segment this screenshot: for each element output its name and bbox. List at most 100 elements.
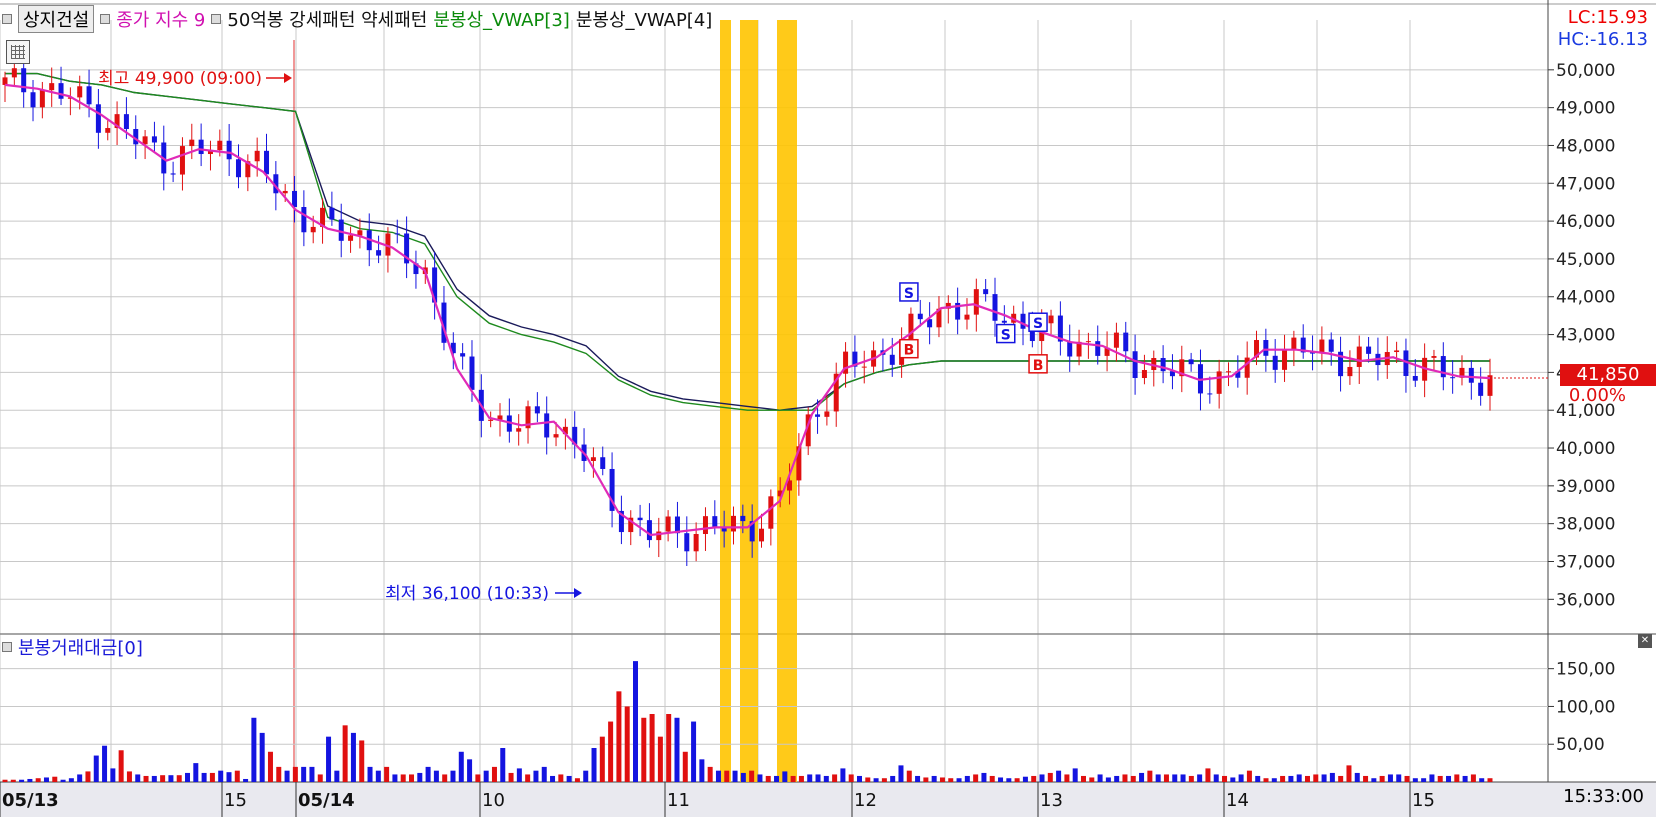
- volume-bar: [1313, 774, 1319, 782]
- volume-bar: [1387, 774, 1393, 782]
- volume-bar: [533, 770, 539, 782]
- volume-bar: [2, 779, 8, 782]
- candle-body: [1207, 393, 1213, 395]
- volume-bar: [151, 775, 157, 782]
- sell-signal-label: S: [1033, 316, 1043, 332]
- y-tick-label: 46,000: [1556, 212, 1615, 232]
- volume-bar: [1354, 772, 1360, 782]
- header-toggle-icon[interactable]: [2, 14, 12, 24]
- volume-bar: [1412, 778, 1418, 782]
- volume-bar: [176, 775, 182, 782]
- ma-toggle-icon[interactable]: [100, 14, 111, 24]
- candle-body: [460, 353, 466, 357]
- candle-body: [1431, 356, 1437, 358]
- volume-bar: [126, 771, 132, 782]
- low-annotation: 최저 36,100 (10:33): [385, 584, 549, 604]
- candle-body: [889, 354, 895, 365]
- volume-bar: [1205, 768, 1211, 782]
- candle-body: [1001, 320, 1007, 323]
- candle-body: [992, 294, 998, 321]
- y-tick-label: 39,000: [1556, 477, 1615, 497]
- volume-bar: [1172, 774, 1178, 782]
- pattern-toggle-icon[interactable]: [211, 14, 222, 24]
- candle-body: [590, 457, 596, 461]
- candle-body: [39, 90, 45, 108]
- volume-bar: [168, 775, 174, 782]
- volume-bar: [193, 763, 199, 782]
- volume-bar: [790, 775, 796, 782]
- volume-bar: [732, 770, 738, 782]
- candle-body: [730, 515, 736, 532]
- candle-body: [1113, 332, 1119, 348]
- y-tick-label: 47,000: [1556, 174, 1615, 194]
- candle-body: [1048, 315, 1054, 324]
- candle-body: [1412, 375, 1418, 381]
- candle-body: [768, 496, 774, 529]
- candle-body: [712, 516, 718, 527]
- volume-bar: [906, 770, 912, 782]
- stock-name-button[interactable]: 상지건설: [18, 5, 95, 33]
- volume-bar: [1139, 772, 1145, 782]
- volume-bar: [939, 777, 945, 782]
- candle-body: [170, 173, 176, 175]
- change-pct-badge: 0.00%: [1568, 385, 1626, 406]
- volume-bar: [1122, 774, 1128, 782]
- candle-body: [637, 517, 643, 521]
- candle-body: [815, 414, 821, 417]
- volume-bar: [807, 774, 813, 782]
- candle-body: [1132, 351, 1138, 379]
- volume-bar: [350, 732, 356, 782]
- chart-area[interactable]: 50,000 49,000 48,000 47,000 46,000 45,000 44,0…: [0, 0, 1656, 817]
- volume-bar: [118, 750, 124, 782]
- candle-body: [1160, 358, 1166, 372]
- candle-body: [1225, 371, 1231, 373]
- candle-body: [1356, 346, 1362, 367]
- candle-body: [1095, 341, 1101, 356]
- volume-bar: [1263, 778, 1269, 782]
- vwap4-label[interactable]: 분봉상_VWAP[4]: [576, 6, 712, 32]
- volume-bar: [1421, 778, 1427, 782]
- volume-bar: [1014, 778, 1020, 782]
- volume-bar: [102, 745, 108, 782]
- ma-label[interactable]: 종가 지수 9: [116, 6, 205, 32]
- volume-panel-title[interactable]: 분봉거래대금[0]: [18, 634, 143, 660]
- vwap3-label[interactable]: 분봉상_VWAP[3]: [433, 6, 569, 32]
- candle-body: [917, 313, 923, 320]
- candle-body: [702, 516, 708, 535]
- volume-bar: [1197, 774, 1203, 782]
- candle-body: [1366, 346, 1372, 354]
- y-tick-label: 40,000: [1556, 439, 1615, 459]
- volume-bar: [35, 778, 41, 782]
- volume-bar: [267, 751, 273, 782]
- volume-bar: [417, 772, 423, 782]
- price-chart-svg[interactable]: 50,000 49,000 48,000 47,000 46,000 45,000 44,0…: [0, 0, 1656, 817]
- close-panel-icon[interactable]: ✕: [1638, 634, 1652, 648]
- chart-header: 상지건설 종가 지수 9 50억봉 강세패턴 약세패턴 분봉상_VWAP[3] …: [2, 5, 712, 33]
- candle-body: [1291, 337, 1297, 350]
- pattern-label[interactable]: 50억봉 강세패턴 약세패턴: [227, 6, 427, 32]
- volume-bar: [218, 770, 224, 782]
- y-tick-label: 36,000: [1556, 590, 1615, 610]
- candle-body: [77, 86, 83, 98]
- volume-bar: [657, 736, 663, 782]
- candle-body: [684, 533, 690, 552]
- volume-bar: [815, 774, 821, 782]
- y-tick-label: 37,000: [1556, 552, 1615, 572]
- volume-bar: [392, 774, 398, 782]
- volume-bar: [798, 775, 804, 782]
- grid-toggle-icon[interactable]: [6, 40, 30, 64]
- candle-body: [1468, 367, 1474, 383]
- sell-signal-label: S: [1001, 328, 1011, 344]
- volume-bar: [981, 772, 987, 782]
- volume-toggle-icon[interactable]: [2, 642, 12, 652]
- sell-signal-label: S: [904, 286, 914, 302]
- volume-bar: [633, 661, 639, 782]
- x-tick-label: 05/14: [298, 790, 355, 811]
- volume-bar: [409, 774, 415, 782]
- volume-bar: [425, 766, 431, 782]
- volume-bar: [1271, 778, 1277, 782]
- volume-bar: [1255, 775, 1261, 782]
- volume-bar: [500, 748, 506, 782]
- volume-bar: [558, 774, 564, 782]
- candle-body: [1123, 332, 1129, 352]
